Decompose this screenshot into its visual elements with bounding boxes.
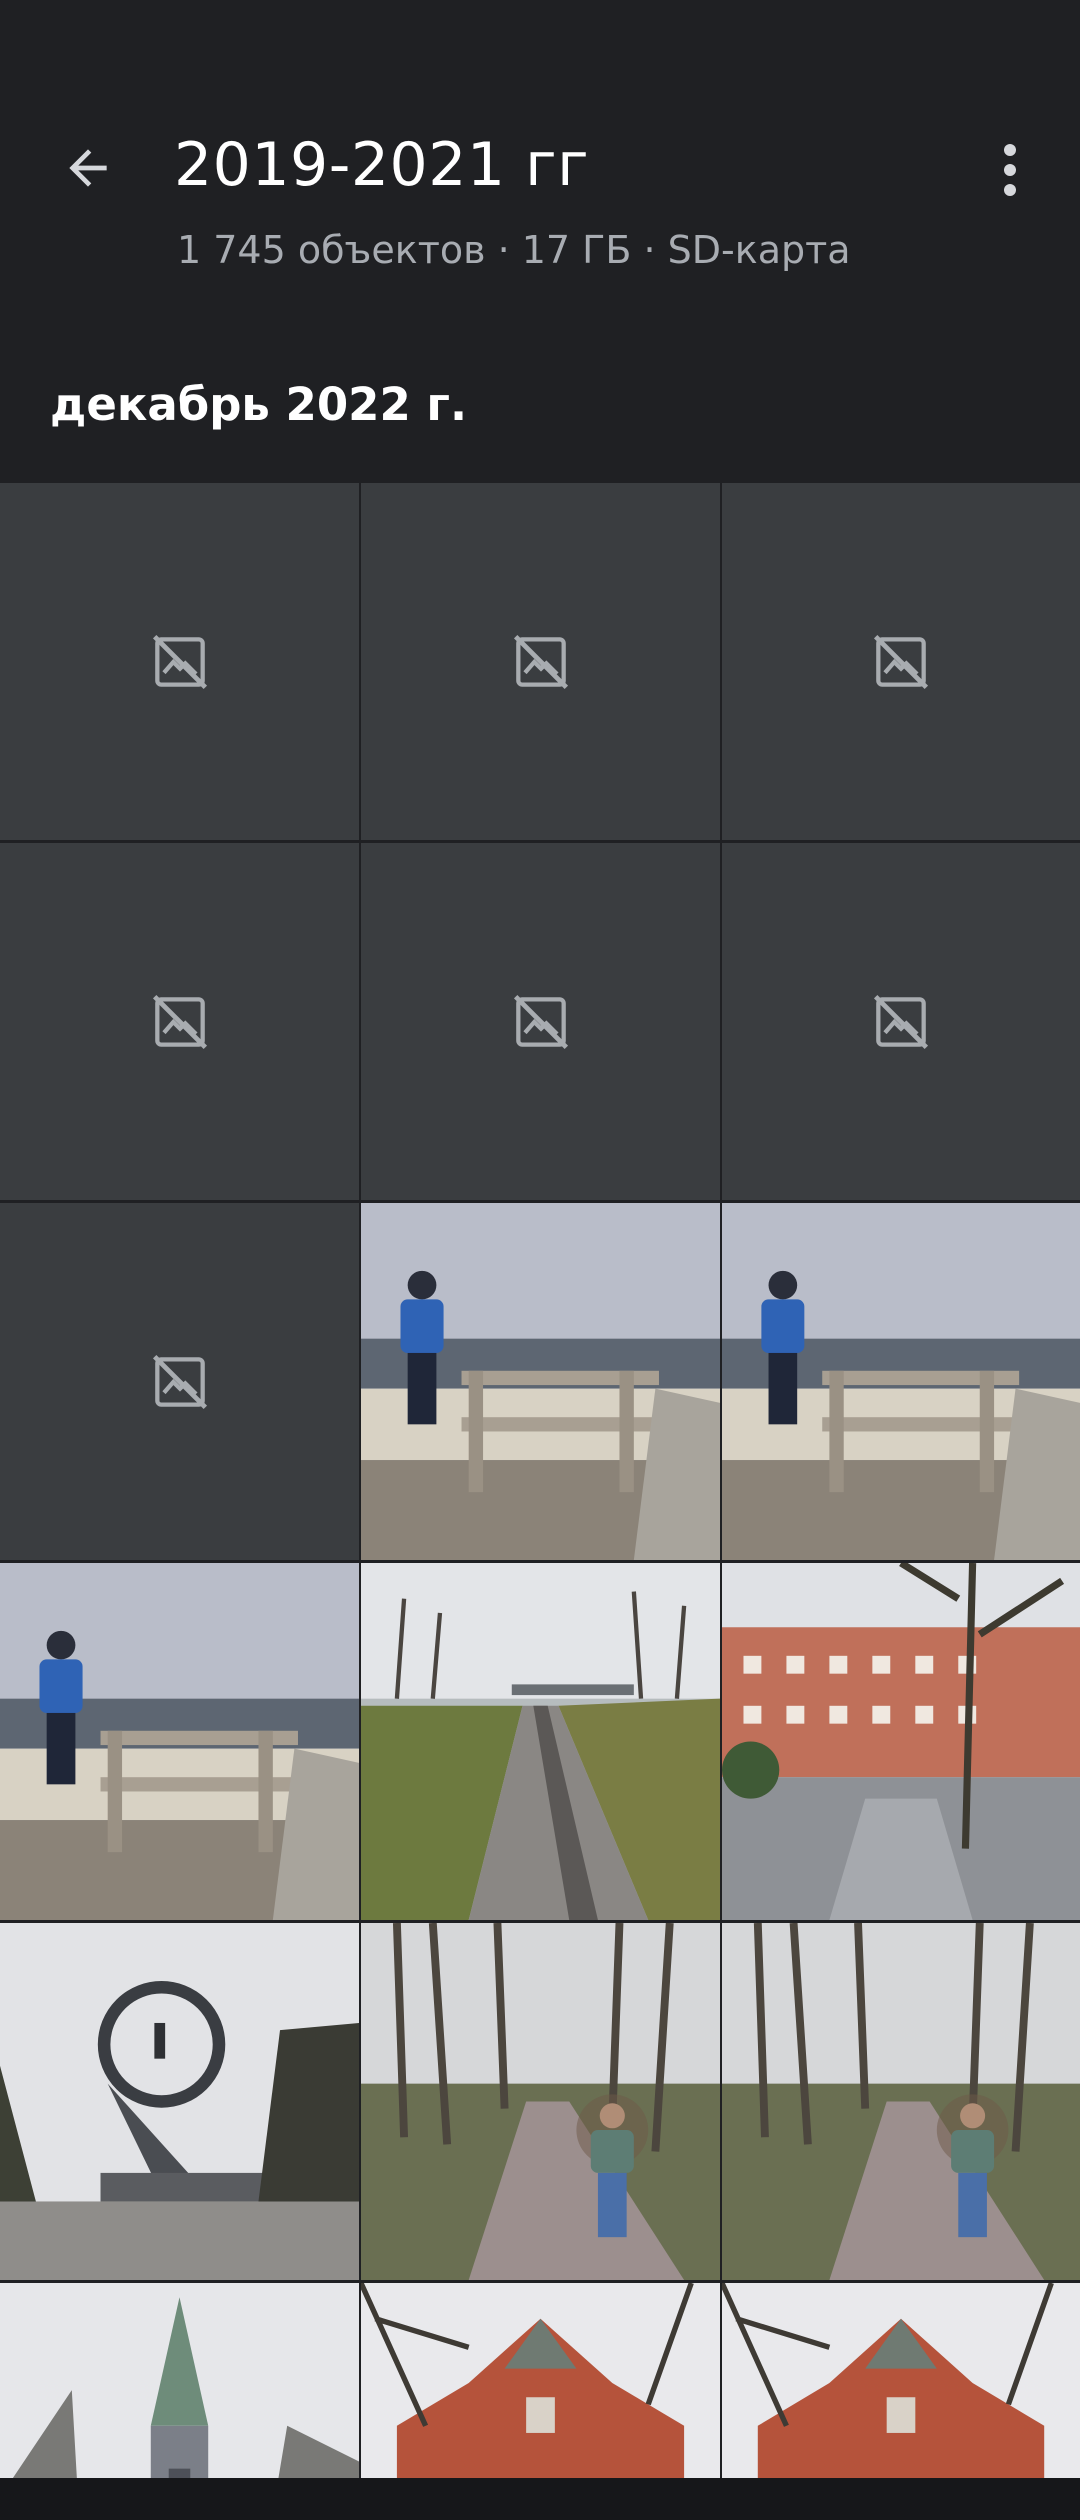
broken-image-icon <box>152 634 207 689</box>
media-thumbnail-photo[interactable] <box>722 1563 1080 1920</box>
media-thumbnail-photo[interactable] <box>361 1923 720 2280</box>
media-thumbnail-placeholder[interactable] <box>0 1203 359 1560</box>
gallery-album-screen: 2019-2021 гг 1 745 объектов · 17 ГБ · SD… <box>0 0 1080 2520</box>
photo-thumbnail-image <box>0 1563 359 1920</box>
media-thumbnail-photo[interactable] <box>361 1203 720 1560</box>
broken-image-icon <box>513 994 568 1049</box>
media-thumbnail-placeholder[interactable] <box>361 483 720 840</box>
media-thumbnail-placeholder[interactable] <box>722 483 1080 840</box>
media-thumbnail-photo[interactable] <box>0 1563 359 1920</box>
broken-image-icon <box>873 634 929 689</box>
navigation-bar <box>0 2478 1080 2520</box>
more-options-button[interactable] <box>968 128 1052 212</box>
more-vert-icon <box>1004 144 1016 196</box>
date-section-header: декабрь 2022 г. <box>50 378 468 431</box>
media-thumbnail-placeholder[interactable] <box>0 483 359 840</box>
photo-grid <box>0 483 1080 2520</box>
photo-thumbnail-image <box>361 1203 720 1560</box>
media-thumbnail-placeholder[interactable] <box>361 843 720 1200</box>
photo-thumbnail-image <box>0 1923 359 2280</box>
photo-thumbnail-image <box>361 1563 720 1920</box>
arrow-back-icon <box>69 149 107 187</box>
media-thumbnail-photo[interactable] <box>722 1203 1080 1560</box>
album-title: 2019-2021 гг <box>174 130 590 200</box>
media-thumbnail-photo[interactable] <box>0 1923 359 2280</box>
media-thumbnail-photo[interactable] <box>361 1563 720 1920</box>
album-summary: 1 745 объектов · 17 ГБ · SD-карта <box>177 228 851 272</box>
media-thumbnail-placeholder[interactable] <box>0 843 359 1200</box>
photo-thumbnail-image <box>722 1203 1080 1560</box>
broken-image-icon <box>513 634 568 689</box>
media-thumbnail-photo[interactable] <box>722 1923 1080 2280</box>
broken-image-icon <box>873 994 929 1049</box>
photo-thumbnail-image <box>722 1563 1080 1920</box>
broken-image-icon <box>152 1354 207 1409</box>
top-app-bar: 2019-2021 гг 1 745 объектов · 17 ГБ · SD… <box>0 0 1080 300</box>
photo-thumbnail-image <box>722 1923 1080 2280</box>
media-thumbnail-placeholder[interactable] <box>722 843 1080 1200</box>
photo-thumbnail-image <box>361 1923 720 2280</box>
broken-image-icon <box>152 994 207 1049</box>
back-button[interactable] <box>40 120 136 216</box>
